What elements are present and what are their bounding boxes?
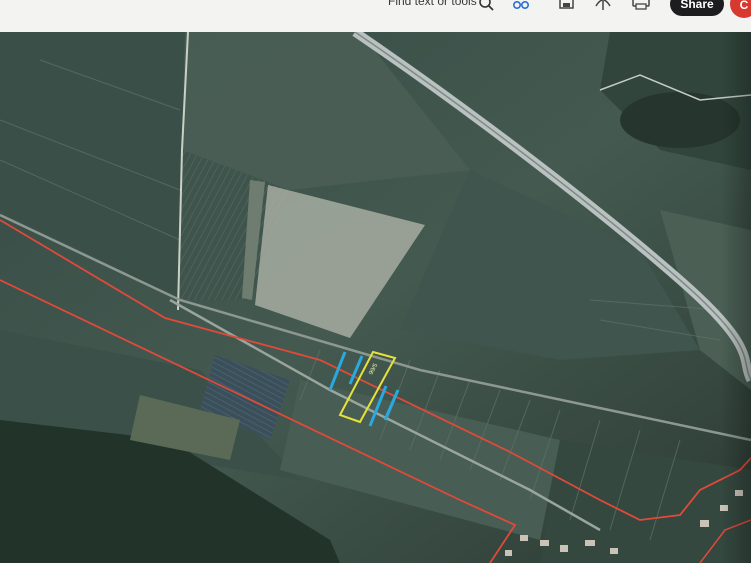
- share-button[interactable]: Share: [670, 0, 724, 16]
- avatar[interactable]: C: [730, 0, 751, 18]
- search-icon[interactable]: [476, 0, 498, 16]
- upload-icon[interactable]: [592, 0, 614, 16]
- aerial-map-view[interactable]: 99/5: [0, 32, 751, 563]
- save-icon[interactable]: [556, 0, 578, 16]
- link-icon[interactable]: [510, 0, 532, 16]
- document-toolbar: Find text or tools Share C: [0, 0, 751, 33]
- print-icon[interactable]: [630, 0, 652, 16]
- dark-vegetation: [620, 92, 740, 148]
- find-text-or-tools[interactable]: Find text or tools: [388, 0, 477, 8]
